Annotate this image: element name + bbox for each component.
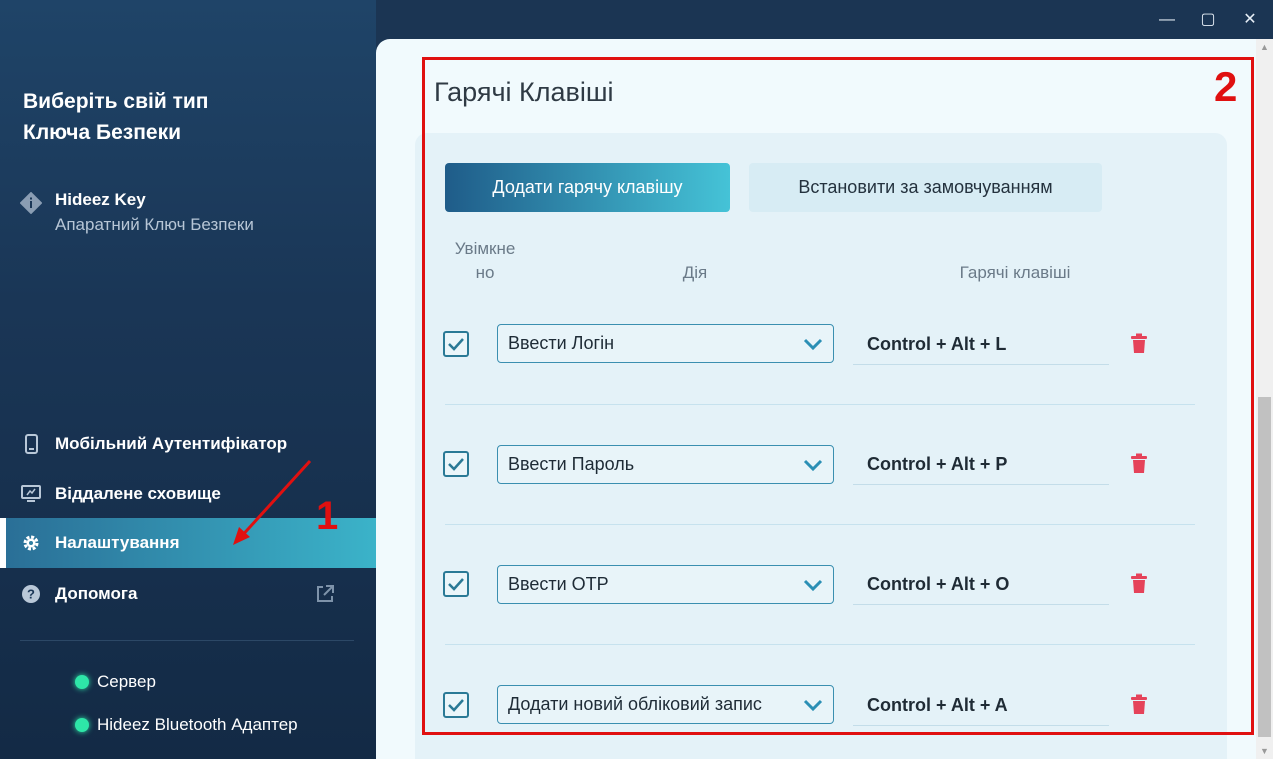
column-header-enabled-line2: но: [475, 263, 495, 282]
status-server: Сервер: [75, 672, 156, 692]
status-label: Hideez Bluetooth Адаптер: [97, 715, 298, 734]
key-subtitle: Апаратний Ключ Безпеки: [55, 215, 254, 234]
chevron-down-icon: [803, 459, 823, 472]
scrollbar-thumb[interactable]: [1258, 397, 1271, 737]
chevron-down-icon: [803, 699, 823, 712]
hotkey-field[interactable]: Control + Alt + L: [853, 325, 1109, 365]
enabled-checkbox[interactable]: [443, 451, 469, 477]
row-divider: [445, 524, 1195, 525]
add-hotkey-button[interactable]: Додати гарячу клавішу: [445, 163, 730, 212]
action-select[interactable]: Ввести Пароль: [497, 445, 834, 484]
sidebar-title-line1: Виберіть свій тип: [23, 90, 209, 113]
enabled-checkbox[interactable]: [443, 692, 469, 718]
checkmark-icon: [448, 338, 464, 351]
checkmark-icon: [448, 458, 464, 471]
scroll-down-icon[interactable]: ▼: [1256, 743, 1273, 759]
checkmark-icon: [448, 699, 464, 712]
status-dot-icon: [75, 718, 89, 732]
column-header-action: Дія: [682, 263, 708, 282]
key-info-icon: [20, 192, 42, 214]
annotation-number-1: 1: [316, 494, 339, 538]
action-select[interactable]: Додати новий обліковий запис: [497, 685, 834, 724]
enabled-checkbox[interactable]: [443, 331, 469, 357]
svg-text:?: ?: [27, 587, 35, 602]
annotation-arrow: [233, 459, 312, 545]
checkmark-icon: [448, 578, 464, 591]
status-bluetooth-adapter: Hideez Bluetooth Адаптер: [75, 715, 298, 735]
trash-icon[interactable]: [1127, 451, 1151, 475]
scroll-up-icon[interactable]: ▲: [1256, 39, 1273, 55]
action-select[interactable]: Ввести Логін: [497, 324, 834, 363]
chevron-down-icon: [803, 338, 823, 351]
monitor-icon: [21, 485, 41, 502]
trash-icon[interactable]: [1127, 692, 1151, 716]
maximize-button[interactable]: ▢: [1196, 8, 1220, 32]
page-title: Гарячі Клавіші: [434, 77, 614, 107]
hotkey-field[interactable]: Control + Alt + A: [853, 686, 1109, 726]
sidebar-item-label: Допомога: [55, 584, 138, 603]
main-panel: Гарячі Клавіші Додати гарячу клавішу Вст…: [376, 39, 1273, 759]
action-select[interactable]: Ввести OTP: [497, 565, 834, 604]
sidebar-item-help[interactable]: ? Допомога: [0, 569, 376, 619]
action-select-value: Ввести OTP: [508, 574, 609, 594]
chevron-down-icon: [803, 579, 823, 592]
help-icon: ?: [22, 585, 40, 603]
sidebar: Виберіть свій тип Ключа Безпеки Hideez K…: [0, 0, 376, 759]
column-header-hotkeys: Гарячі клавіші: [959, 263, 1071, 282]
column-header-enabled-line1: Увімкне: [454, 239, 516, 258]
trash-icon[interactable]: [1127, 571, 1151, 595]
row-divider: [445, 404, 1195, 405]
action-select-value: Ввести Пароль: [508, 454, 635, 474]
sidebar-title-line2: Ключа Безпеки: [23, 121, 181, 144]
action-select-value: Додати новий обліковий запис: [508, 694, 762, 714]
sidebar-title: Виберіть свій тип Ключа Безпеки: [23, 86, 323, 148]
status-dot-icon: [75, 675, 89, 689]
enabled-checkbox[interactable]: [443, 571, 469, 597]
hotkey-field[interactable]: Control + Alt + P: [853, 445, 1109, 485]
phone-icon: [25, 434, 38, 454]
trash-icon[interactable]: [1127, 331, 1151, 355]
hotkeys-card: Додати гарячу клавішу Встановити за замо…: [415, 133, 1227, 759]
sidebar-divider: [20, 640, 354, 641]
status-label: Сервер: [97, 672, 156, 691]
row-divider: [445, 644, 1195, 645]
minimize-button[interactable]: —: [1155, 8, 1179, 32]
column-header-enabled: Увімкне но: [445, 237, 525, 285]
sidebar-item-label: Мобільний Аутентифікатор: [55, 434, 288, 453]
set-default-button[interactable]: Встановити за замовчуванням: [749, 163, 1102, 212]
action-select-value: Ввести Логін: [508, 333, 615, 353]
sidebar-item-label: Віддалене сховище: [55, 484, 221, 503]
annotation-number-2: 2: [1214, 63, 1238, 110]
external-link-icon[interactable]: [314, 583, 336, 605]
close-button[interactable]: ✕: [1238, 8, 1262, 32]
sidebar-item-label: Налаштування: [55, 533, 180, 552]
gear-icon: [23, 535, 39, 551]
key-name: Hideez Key: [55, 190, 146, 209]
hotkey-field[interactable]: Control + Alt + O: [853, 565, 1109, 605]
